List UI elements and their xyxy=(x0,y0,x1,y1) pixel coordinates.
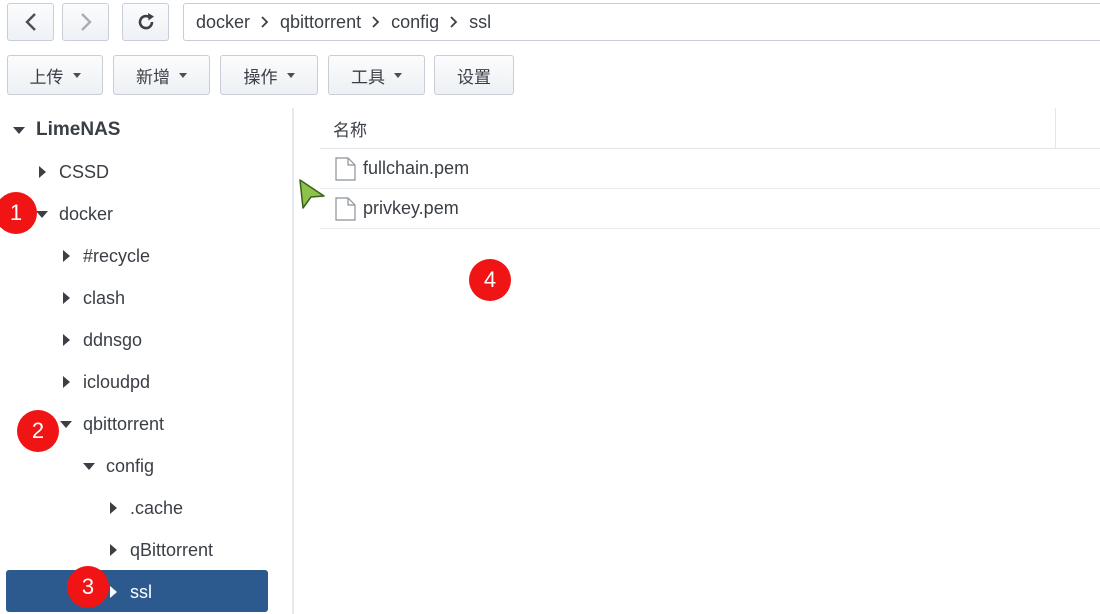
settings-label: 设置 xyxy=(457,67,491,87)
file-icon xyxy=(335,196,356,221)
expand-arrow-icon[interactable] xyxy=(80,457,98,475)
tree-item-label: .cache xyxy=(130,497,184,518)
column-header-name[interactable]: 名称 xyxy=(320,108,1100,149)
tree-item-docker[interactable]: docker xyxy=(33,194,113,234)
chevron-right-icon xyxy=(80,13,92,31)
expand-arrow-icon[interactable] xyxy=(10,121,28,139)
tree-item-qbittorrent-sub[interactable]: qBittorrent xyxy=(104,530,213,570)
path-bar[interactable]: docker qbittorrent config ssl xyxy=(183,3,1100,41)
breadcrumb-config[interactable]: config xyxy=(391,12,439,33)
tree-item-ddnsgo[interactable]: ddnsgo xyxy=(57,320,142,360)
tree-item-cache[interactable]: .cache xyxy=(104,488,183,528)
upload-label: 上传 xyxy=(29,67,64,87)
annotation-marker-4: 4 xyxy=(469,259,511,301)
chevron-right-icon xyxy=(260,15,270,29)
column-header-label: 名称 xyxy=(333,120,367,140)
collapse-arrow-icon[interactable] xyxy=(33,163,51,181)
annotation-marker-2: 2 xyxy=(17,410,59,452)
column-resize-handle[interactable] xyxy=(1055,108,1056,149)
breadcrumb-docker[interactable]: docker xyxy=(196,12,250,33)
chevron-left-icon xyxy=(24,13,36,31)
new-button[interactable]: 新增 xyxy=(113,55,210,95)
tree-item-config[interactable]: config xyxy=(80,446,154,486)
collapse-arrow-icon[interactable] xyxy=(57,331,75,349)
forward-button[interactable] xyxy=(62,3,109,41)
breadcrumb-ssl[interactable]: ssl xyxy=(469,12,491,33)
settings-button[interactable]: 设置 xyxy=(434,55,514,95)
annotation-marker-3: 3 xyxy=(67,566,109,608)
tree-item-label: CSSD xyxy=(59,161,110,182)
tree-item-label: ddnsgo xyxy=(83,329,143,350)
tools-label: 工具 xyxy=(351,67,385,87)
tree-item-qbittorrent[interactable]: qbittorrent xyxy=(57,404,164,444)
upload-button[interactable]: 上传 xyxy=(7,55,103,95)
tree-item-clash[interactable]: clash xyxy=(57,278,125,318)
refresh-button[interactable] xyxy=(122,3,169,41)
file-row[interactable]: privkey.pem xyxy=(320,189,1100,229)
tree-item-label: icloudpd xyxy=(83,371,151,392)
mouse-cursor-icon xyxy=(299,179,325,209)
tree-item-label: LimeNAS xyxy=(36,119,121,140)
file-name: privkey.pem xyxy=(363,198,459,218)
tree-item-recycle[interactable]: #recycle xyxy=(57,236,150,276)
tree-item-label: qBittorrent xyxy=(130,539,214,560)
chevron-right-icon xyxy=(371,15,381,29)
sidebar-divider[interactable] xyxy=(292,108,294,614)
collapse-arrow-icon[interactable] xyxy=(57,289,75,307)
tree-item-label: docker xyxy=(59,203,114,224)
file-row[interactable]: fullchain.pem xyxy=(320,149,1100,189)
tree-item-label: config xyxy=(106,455,155,476)
tree-item-label: clash xyxy=(83,287,126,308)
collapse-arrow-icon[interactable] xyxy=(104,541,122,559)
tree-item-label: qbittorrent xyxy=(83,413,165,434)
action-button[interactable]: 操作 xyxy=(220,55,318,95)
tree-item-limenas[interactable]: LimeNAS xyxy=(10,110,120,150)
caret-down-icon xyxy=(286,72,295,78)
tools-button[interactable]: 工具 xyxy=(328,55,425,95)
chevron-right-icon xyxy=(449,15,459,29)
tree-item-label: ssl xyxy=(130,581,152,602)
collapse-arrow-icon[interactable] xyxy=(57,247,75,265)
tree-item-ssl[interactable]: ssl xyxy=(104,572,152,612)
collapse-arrow-icon[interactable] xyxy=(57,373,75,391)
refresh-icon xyxy=(138,13,154,30)
caret-down-icon xyxy=(179,72,187,78)
action-label: 操作 xyxy=(243,67,278,87)
file-name: fullchain.pem xyxy=(363,158,470,178)
back-button[interactable] xyxy=(7,3,54,41)
expand-arrow-icon[interactable] xyxy=(57,415,75,433)
tree-item-icloudpd[interactable]: icloudpd xyxy=(57,362,150,402)
new-label: 新增 xyxy=(136,67,170,87)
caret-down-icon xyxy=(394,72,402,78)
collapse-arrow-icon[interactable] xyxy=(104,499,122,517)
tree-item-cssd[interactable]: CSSD xyxy=(33,152,109,192)
file-icon xyxy=(335,156,356,181)
breadcrumb-qbittorrent[interactable]: qbittorrent xyxy=(280,12,361,33)
caret-down-icon xyxy=(72,72,81,78)
tree-item-label: #recycle xyxy=(83,245,151,266)
